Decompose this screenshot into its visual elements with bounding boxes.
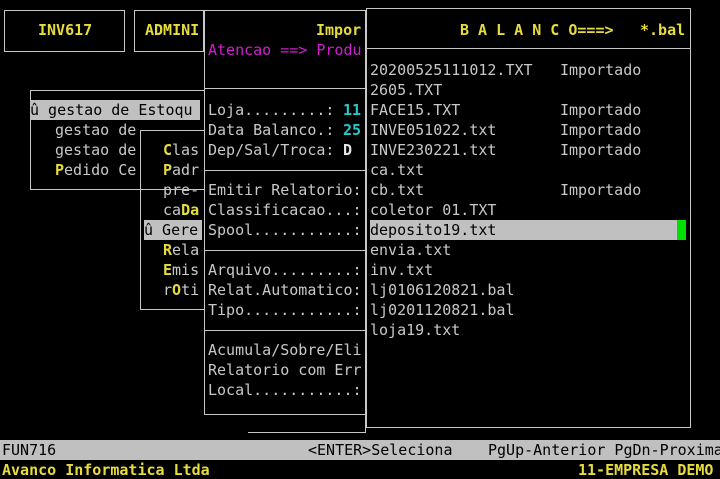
extension-filter: *.bal — [640, 21, 686, 39]
divider-1 — [204, 88, 366, 90]
file-list-row[interactable]: coletor 01.TXT — [370, 200, 686, 220]
dep-sal-troca-label: Dep/Sal/Troca: — [208, 141, 335, 159]
header-tab-admini[interactable]: ADMINI — [145, 20, 199, 40]
arquivo-label: Arquivo.........: — [208, 261, 362, 279]
local-label: Local...........: — [208, 381, 362, 399]
divider-3 — [204, 250, 366, 252]
classificacao-label: Classificacao...: — [208, 201, 362, 219]
sub-menu-item-gere[interactable]: û Gere — [144, 220, 202, 240]
file-list-row[interactable]: envia.txt — [370, 240, 686, 260]
file-name: 2605.TXT — [370, 81, 443, 99]
file-list-row[interactable]: lj0201120821.bal — [370, 300, 686, 320]
file-status: Importado — [560, 141, 642, 159]
atencao-message: Atencao ==> Produ — [208, 41, 362, 59]
file-name: lj0201120821.bal — [370, 301, 515, 319]
divider-2 — [204, 170, 366, 172]
file-name: ca.txt — [370, 161, 425, 179]
sub-menu-item-cada[interactable]: caDa — [163, 200, 199, 220]
file-list-row[interactable]: 2605.TXT — [370, 80, 686, 100]
relatorio-erro-label: Relatorio com Err — [208, 361, 362, 379]
loja-label: Loja.........: — [208, 101, 335, 119]
left-menu-item-pedido[interactable]: Pedido Ce — [55, 160, 136, 180]
file-list-row[interactable]: FACE15.TXT Importado — [370, 100, 686, 120]
page-hint: PgUp-Anterior PgDn-Proxima — [488, 441, 720, 459]
file-list-row[interactable]: 20200525111012.TXT Importado — [370, 60, 686, 80]
left-menu-item-gestao-estoque[interactable]: û gestao de Estoqu — [30, 100, 200, 120]
emitir-relatorio-label: Emitir Relatorio: — [208, 181, 362, 199]
file-name: INVE051022.txt — [370, 121, 497, 139]
left-menu-item-gestao-1[interactable]: gestao de — [55, 120, 136, 140]
file-name: loja19.txt — [370, 321, 461, 339]
file-status: Importado — [560, 61, 642, 79]
sub-menu-item-pre[interactable]: pre- — [163, 180, 199, 200]
import-title: Impor — [316, 21, 362, 39]
company-name: Avanco Informatica Ltda — [2, 461, 210, 479]
file-name: FACE15.TXT — [370, 101, 461, 119]
data-balanco-field[interactable]: 25 — [343, 120, 361, 140]
import-form-shadow — [248, 415, 366, 433]
file-name: INVE230221.txt — [370, 141, 497, 159]
file-list-row[interactable]: inv.txt — [370, 260, 686, 280]
file-list: 20200525111012.TXT Importado 2605.TXT FACE1… — [370, 60, 686, 340]
file-list-row[interactable]: INVE230221.txt Importado — [370, 140, 686, 160]
acumula-label: Acumula/Sobre/Eli — [208, 341, 362, 359]
header-tab-inv617[interactable]: INV617 — [38, 20, 92, 40]
file-list-row[interactable]: ca.txt — [370, 160, 686, 180]
data-balanco-label: Data Balanco.: — [208, 121, 335, 139]
file-list-header-divider — [366, 48, 691, 50]
file-name: coletor 01.TXT — [370, 201, 497, 219]
spool-label: Spool...........: — [208, 221, 362, 239]
file-list-row[interactable]: INVE051022.txt Importado — [370, 120, 686, 140]
file-list-row[interactable]: deposito19.txt — [370, 220, 686, 240]
file-name: inv.txt — [370, 261, 434, 279]
balanco-title: B A L A N C O===> — [460, 21, 614, 39]
terminal-screen: INV617 ADMINI û gestao de Estoqu gestao … — [0, 0, 720, 479]
loja-field[interactable]: 11 — [343, 100, 361, 120]
enter-hint: <ENTER>Seleciona — [308, 441, 453, 459]
file-status: Importado — [560, 181, 642, 199]
left-menu-item-gestao-2[interactable]: gestao de — [55, 140, 136, 160]
sub-menu-item-roti[interactable]: rOti — [163, 280, 199, 300]
function-code: FUN716 — [2, 441, 57, 459]
file-list-row[interactable]: cb.txt Importado — [370, 180, 686, 200]
sub-menu-item-emis[interactable]: Emis — [163, 260, 199, 280]
empresa-label: 11-EMPRESA DEMO — [578, 461, 714, 479]
file-status: Importado — [560, 101, 642, 119]
dep-sal-troca-field[interactable]: D — [343, 140, 352, 160]
file-name: envia.txt — [370, 241, 452, 259]
file-status: Importado — [560, 121, 642, 139]
file-name: deposito19.txt — [370, 221, 497, 239]
file-list-row[interactable]: lj0106120821.bal — [370, 280, 686, 300]
sub-menu-item-rela[interactable]: Rela — [163, 240, 199, 260]
sub-menu-item-padr[interactable]: Padr — [163, 160, 199, 180]
file-name: 20200525111012.TXT — [370, 61, 533, 79]
sub-menu-item-clas[interactable]: Clas — [163, 140, 199, 160]
tipo-label: Tipo............: — [208, 301, 362, 319]
file-name: cb.txt — [370, 181, 425, 199]
divider-4 — [204, 330, 366, 332]
file-list-row[interactable]: loja19.txt — [370, 320, 686, 340]
relat-automatico-label: Relat.Automatico: — [208, 281, 362, 299]
file-name: lj0106120821.bal — [370, 281, 515, 299]
cursor-block — [677, 220, 686, 240]
